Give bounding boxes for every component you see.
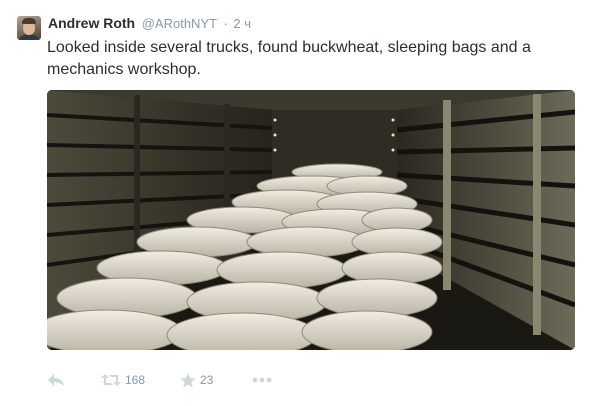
author-fullname[interactable]: Andrew Roth: [48, 15, 135, 31]
favorite-button[interactable]: 23: [180, 370, 213, 390]
favorite-count: 23: [200, 373, 214, 387]
tweet-actions: 168 23: [47, 370, 347, 390]
retweet-button[interactable]: 168: [101, 370, 145, 390]
tweet-text: Looked inside several trucks, found buck…: [47, 39, 531, 78]
author-username[interactable]: @ARothNYT: [142, 16, 217, 31]
header-separator: ·: [223, 16, 228, 31]
more-button[interactable]: [252, 370, 272, 390]
more-dots-icon: [252, 377, 272, 383]
reply-icon: [47, 373, 65, 387]
star-icon: [180, 372, 196, 388]
tweet: Andrew Roth @ARothNYT · 2 ч Looked insid…: [0, 0, 590, 406]
tweet-photo[interactable]: [47, 90, 575, 350]
retweet-count: 168: [125, 373, 146, 387]
tweet-timestamp[interactable]: 2 ч: [233, 16, 251, 31]
retweet-icon: [101, 373, 121, 387]
tweet-header: Andrew Roth @ARothNYT · 2 ч: [48, 15, 251, 33]
reply-button[interactable]: [47, 370, 65, 390]
avatar[interactable]: [17, 16, 41, 40]
